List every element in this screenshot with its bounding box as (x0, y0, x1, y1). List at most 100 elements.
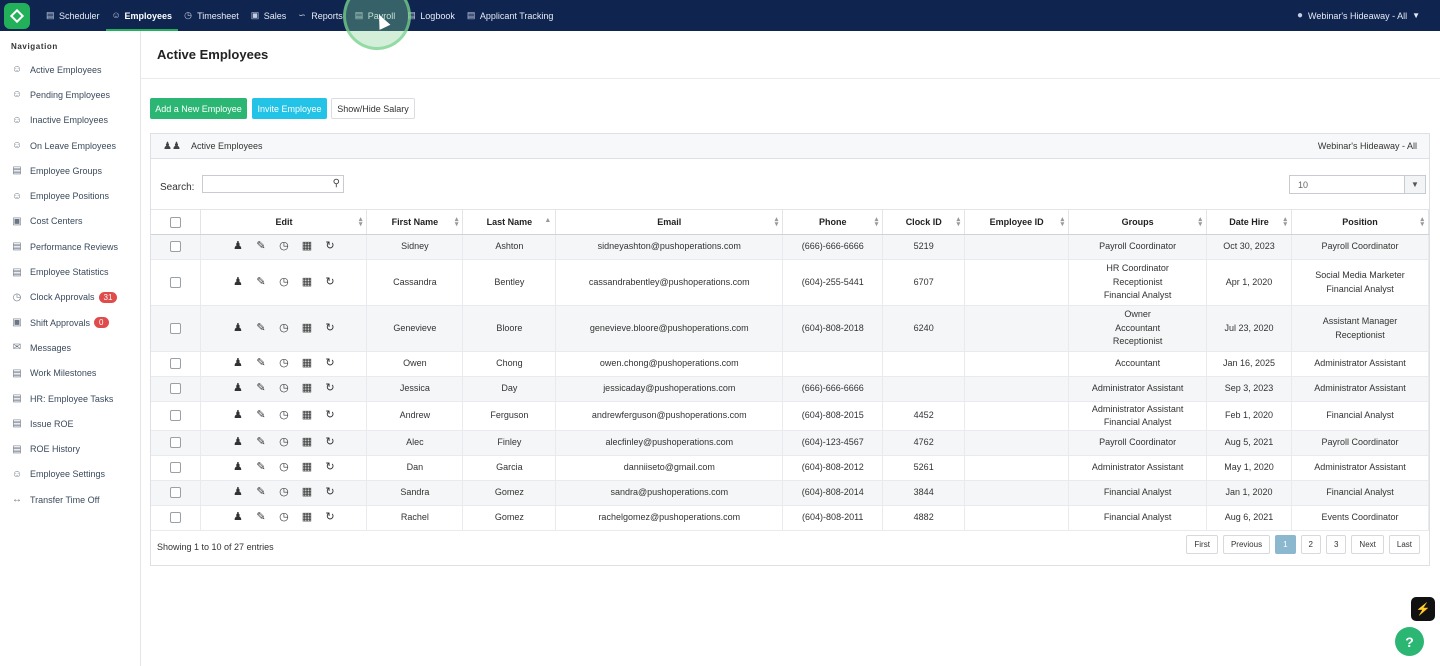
refresh-icon[interactable]: ↻ (324, 276, 336, 290)
add-employee-button[interactable]: Add a New Employee (150, 98, 247, 119)
refresh-icon[interactable]: ↻ (324, 461, 336, 475)
column-header-edit[interactable]: Edit ▴ ▾ (200, 209, 368, 235)
org-chart-icon[interactable]: ♟ (232, 382, 244, 396)
row-checkbox[interactable] (170, 410, 182, 422)
org-chart-icon[interactable]: ♟ (232, 511, 244, 525)
page-button-next[interactable]: Next (1351, 535, 1384, 554)
sidebar-item-transfer-time-off[interactable]: ↔ Transfer Time Off (0, 487, 140, 512)
calendar-icon[interactable]: ▦ (301, 409, 313, 423)
edit-pencil-icon[interactable]: ✎ (255, 511, 267, 525)
sidebar-item-messages[interactable]: ✉ Messages (0, 335, 140, 360)
org-chart-icon[interactable]: ♟ (232, 240, 244, 254)
row-checkbox[interactable] (170, 276, 182, 288)
page-button-last[interactable]: Last (1388, 535, 1420, 554)
row-checkbox[interactable] (170, 437, 182, 449)
alarm-clock-icon[interactable]: ◷ (278, 461, 290, 475)
sidebar-item-work-milestones[interactable]: ▤ Work Milestones (0, 361, 140, 386)
page-button-1[interactable]: 1 (1275, 535, 1296, 554)
alarm-clock-icon[interactable]: ◷ (278, 409, 290, 423)
alarm-clock-icon[interactable]: ◷ (278, 436, 290, 450)
edit-pencil-icon[interactable]: ✎ (255, 357, 267, 371)
sidebar-item-performance-reviews[interactable]: ▤ Performance Reviews (0, 234, 140, 259)
nav-employees[interactable]: ☺ Employees (105, 0, 179, 31)
row-checkbox[interactable] (170, 462, 182, 474)
show-hide-salary-button[interactable]: Show/Hide Salary (331, 98, 415, 119)
sidebar-item-employee-groups[interactable]: ▤ Employee Groups (0, 158, 140, 183)
select-all-checkbox[interactable] (170, 216, 182, 228)
edit-pencil-icon[interactable]: ✎ (255, 409, 267, 423)
alarm-clock-icon[interactable]: ◷ (278, 511, 290, 525)
org-chart-icon[interactable]: ♟ (232, 486, 244, 500)
alarm-clock-icon[interactable]: ◷ (278, 357, 290, 371)
alarm-clock-icon[interactable]: ◷ (278, 322, 290, 336)
refresh-icon[interactable]: ↻ (324, 409, 336, 423)
alarm-clock-icon[interactable]: ◷ (278, 486, 290, 500)
edit-pencil-icon[interactable]: ✎ (255, 322, 267, 336)
row-checkbox[interactable] (170, 487, 182, 499)
search-input[interactable]: ⚲ (202, 175, 344, 193)
chevron-down-icon[interactable]: ▼ (1404, 176, 1425, 193)
org-chart-icon[interactable]: ♟ (232, 322, 244, 336)
calendar-icon[interactable]: ▦ (301, 357, 313, 371)
column-header-clock-id[interactable]: Clock ID ▴ ▾ (882, 209, 966, 235)
calendar-icon[interactable]: ▦ (301, 276, 313, 290)
edit-pencil-icon[interactable]: ✎ (255, 276, 267, 290)
row-checkbox[interactable] (170, 512, 182, 524)
column-header-first-name[interactable]: First Name ▴ ▾ (366, 209, 464, 235)
column-header-groups[interactable]: Groups ▴ ▾ (1068, 209, 1208, 235)
app-logo[interactable] (4, 2, 30, 29)
sidebar-item-employee-positions[interactable]: ☺ Employee Positions (0, 183, 140, 208)
refresh-icon[interactable]: ↻ (324, 486, 336, 500)
page-button-2[interactable]: 2 (1300, 535, 1321, 554)
sidebar-item-pending-employees[interactable]: ☺ Pending Employees (0, 82, 140, 107)
sidebar-item-active-employees[interactable]: ☺ Active Employees (0, 57, 140, 82)
org-chart-icon[interactable]: ♟ (232, 357, 244, 371)
column-header-employee-id[interactable]: Employee ID ▴ ▾ (964, 209, 1070, 235)
alarm-clock-icon[interactable]: ◷ (278, 240, 290, 254)
row-checkbox[interactable] (170, 241, 182, 253)
refresh-icon[interactable]: ↻ (324, 322, 336, 336)
entries-per-page-select[interactable]: 10 ▼ (1289, 175, 1426, 194)
row-checkbox[interactable] (170, 358, 182, 370)
row-checkbox[interactable] (170, 383, 182, 395)
org-chart-icon[interactable]: ♟ (232, 276, 244, 290)
sidebar-item-hr-employee-tasks[interactable]: ▤ HR: Employee Tasks (0, 386, 140, 411)
edit-pencil-icon[interactable]: ✎ (255, 461, 267, 475)
nav-timesheet[interactable]: ◷ Timesheet (178, 0, 245, 31)
row-checkbox[interactable] (170, 322, 182, 334)
column-header-phone[interactable]: Phone ▴ ▾ (782, 209, 884, 235)
lightning-icon[interactable]: ⚡ (1411, 597, 1435, 621)
page-button-previous[interactable]: Previous (1222, 535, 1271, 554)
org-chart-icon[interactable]: ♟ (232, 409, 244, 423)
refresh-icon[interactable]: ↻ (324, 436, 336, 450)
column-header-last-name[interactable]: Last Name ▲ (462, 209, 557, 235)
org-chart-icon[interactable]: ♟ (232, 461, 244, 475)
calendar-icon[interactable]: ▦ (301, 322, 313, 336)
edit-pencil-icon[interactable]: ✎ (255, 436, 267, 450)
sidebar-item-employee-statistics[interactable]: ▤ Employee Statistics (0, 259, 140, 284)
sidebar-item-cost-centers[interactable]: ▣ Cost Centers (0, 209, 140, 234)
page-button-3[interactable]: 3 (1325, 535, 1347, 554)
nav-sales[interactable]: ▣ Sales (245, 0, 293, 31)
column-header-date-hire[interactable]: Date Hire ▴ ▾ (1206, 209, 1292, 235)
page-button-first[interactable]: First (1186, 535, 1218, 554)
nav-reports[interactable]: ∽ Reports (292, 0, 349, 31)
sidebar-item-roe-history[interactable]: ▤ ROE History (0, 436, 140, 461)
edit-pencil-icon[interactable]: ✎ (255, 382, 267, 396)
help-chat-button[interactable]: ? (1395, 627, 1424, 656)
sidebar-item-on-leave-employees[interactable]: ☺ On Leave Employees (0, 133, 140, 158)
nav-scheduler[interactable]: ▤ Scheduler (40, 0, 106, 31)
refresh-icon[interactable]: ↻ (324, 511, 336, 525)
calendar-icon[interactable]: ▦ (301, 486, 313, 500)
org-chart-icon[interactable]: ♟ (232, 436, 244, 450)
calendar-icon[interactable]: ▦ (301, 240, 313, 254)
refresh-icon[interactable]: ↻ (324, 382, 336, 396)
sidebar-item-clock-approvals[interactable]: ◷ Clock Approvals 31 (0, 285, 140, 310)
location-selector[interactable]: ● Webinar's Hideaway - All ▼ (1297, 0, 1420, 31)
column-header-position[interactable]: Position ▴ ▾ (1291, 209, 1429, 235)
edit-pencil-icon[interactable]: ✎ (255, 240, 267, 254)
search-icon[interactable]: ⚲ (333, 178, 340, 189)
column-header-email[interactable]: Email ▴ ▾ (555, 209, 784, 235)
calendar-icon[interactable]: ▦ (301, 436, 313, 450)
alarm-clock-icon[interactable]: ◷ (278, 382, 290, 396)
